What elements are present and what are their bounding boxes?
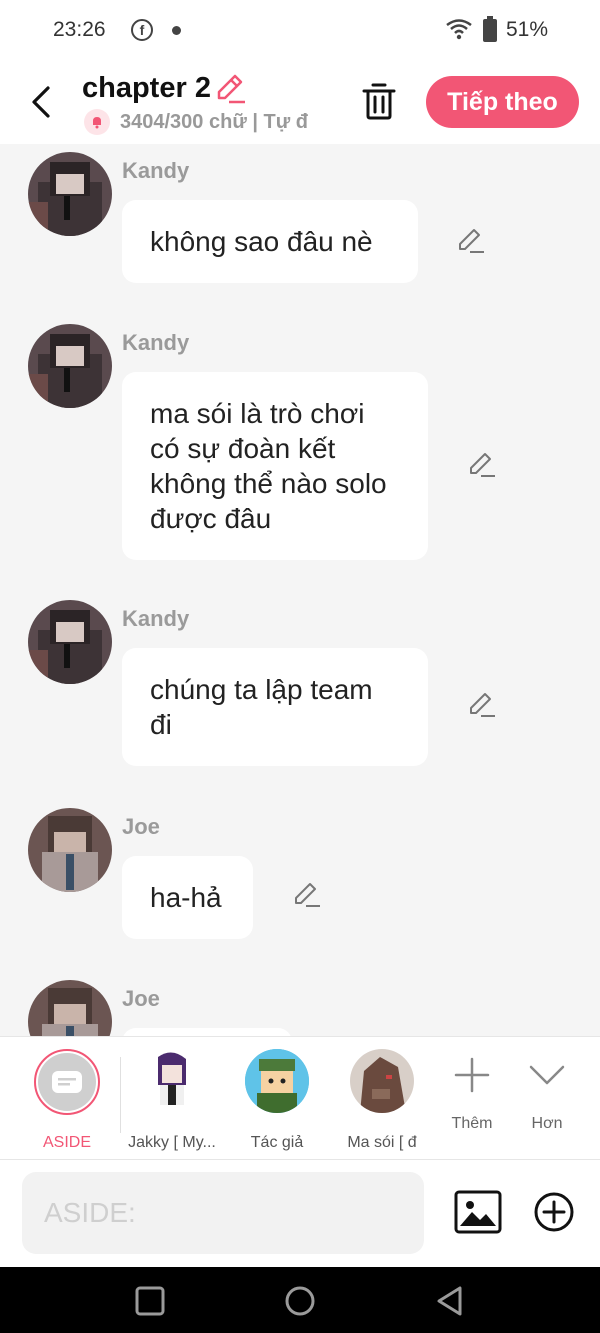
character-label: Ma sói [ đ [347,1134,417,1151]
divider [120,1057,121,1133]
notification-dot-icon [172,26,181,35]
aside-input[interactable] [22,1172,424,1254]
message-bubble[interactable]: không sao đâu nè [122,200,418,283]
edit-message-icon[interactable] [467,450,497,480]
add-character-button[interactable]: Thêm [442,1055,502,1133]
bell-icon [84,109,110,135]
input-bar [0,1160,600,1267]
message-bubble[interactable]: ma sói là trò chơi có sự đoàn kết không … [122,372,428,560]
trash-icon[interactable] [360,80,398,122]
battery-icon [483,16,497,42]
character-bar: ASIDE Jakky [ My... Tác giả Ma sói [ đ T… [0,1036,600,1160]
edit-message-icon[interactable] [292,880,322,910]
image-icon[interactable] [454,1190,502,1234]
more-label: Thêm [451,1115,493,1132]
back-nav-icon[interactable] [434,1285,466,1317]
avatar [140,1049,204,1113]
status-time: 23:26 [53,18,106,41]
chevron-down-icon [529,1065,565,1085]
system-nav-bar [0,1267,600,1333]
status-bar: 23:26 f 51% [0,0,600,62]
message-bubble[interactable] [122,1028,292,1036]
chapter-title[interactable]: chapter 2 [82,72,211,105]
sender-name: Joe [122,986,160,1011]
add-circle-icon[interactable] [533,1191,575,1233]
edit-message-icon[interactable] [456,226,486,256]
avatar[interactable] [28,324,112,408]
character-label: ASIDE [42,1134,91,1151]
plus-icon [454,1057,490,1093]
facebook-icon: f [131,19,153,41]
character-label: Tác giả [250,1134,304,1151]
next-button[interactable]: Tiếp theo [426,76,579,128]
character-werewolf[interactable]: Ma sói [ đ [332,1049,432,1152]
editor-header: chapter 2 3404/300 chữ | Tự đ Tiếp theo [0,62,600,144]
collapse-label: Hơn [531,1115,563,1132]
aside-icon [52,1071,82,1093]
edit-message-icon[interactable] [467,690,497,720]
edit-title-icon[interactable] [213,72,247,106]
character-jakky[interactable]: Jakky [ My... [122,1049,222,1152]
collapse-button[interactable]: Hơn [517,1055,577,1133]
wifi-icon [446,19,472,40]
word-count-text: 3404/300 chữ | Tự đ [120,110,308,133]
sender-name: Kandy [122,330,190,355]
home-icon[interactable] [284,1285,316,1317]
avatar[interactable] [28,808,112,892]
character-aside[interactable]: ASIDE [17,1049,117,1152]
sender-name: Kandy [122,158,190,183]
chapter-meta: 3404/300 chữ | Tự đ [84,109,330,135]
avatar[interactable] [28,152,112,236]
back-arrow-icon[interactable] [28,82,56,122]
aside-avatar [34,1049,100,1115]
avatar [350,1049,414,1113]
message-bubble[interactable]: ha-hả [122,856,253,939]
character-label: Jakky [ My... [128,1134,216,1151]
avatar[interactable] [28,600,112,684]
battery-percent: 51% [506,18,549,41]
chat-area[interactable]: Kandy không sao đâu nè Kandy ma sói là t… [0,144,600,1036]
avatar [245,1049,309,1113]
avatar[interactable] [28,980,112,1036]
sender-name: Kandy [122,606,190,631]
message-bubble[interactable]: chúng ta lập team đi [122,648,428,766]
recent-apps-icon[interactable] [134,1285,166,1317]
sender-name: Joe [122,814,160,839]
character-author[interactable]: Tác giả [227,1049,327,1152]
